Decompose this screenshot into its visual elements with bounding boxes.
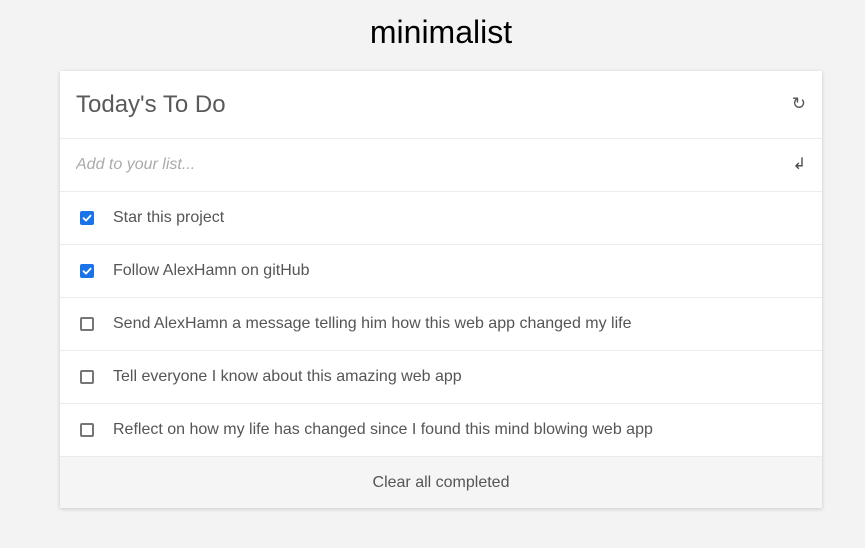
todo-checkbox[interactable] xyxy=(80,211,94,225)
todo-item: Follow AlexHamn on gitHub xyxy=(60,245,822,298)
card-footer: Clear all completed xyxy=(60,457,822,508)
todo-checkbox[interactable] xyxy=(80,264,94,278)
todo-item: Send AlexHamn a message telling him how … xyxy=(60,298,822,351)
card-header: Today's To Do ↻ xyxy=(60,71,822,139)
clear-completed-button[interactable]: Clear all completed xyxy=(373,473,510,493)
todo-checkbox[interactable] xyxy=(80,370,94,384)
add-item-input[interactable] xyxy=(76,153,766,177)
todo-item: Tell everyone I know about this amazing … xyxy=(60,351,822,404)
add-item-row: ↲ xyxy=(60,139,822,192)
todo-checkbox[interactable] xyxy=(80,317,94,331)
todo-text: Send AlexHamn a message telling him how … xyxy=(113,315,632,332)
todo-text: Star this project xyxy=(113,209,225,226)
todo-text: Follow AlexHamn on gitHub xyxy=(113,262,310,279)
todo-item: Reflect on how my life has changed since… xyxy=(60,404,822,457)
todo-text: Reflect on how my life has changed since… xyxy=(113,421,653,438)
refresh-icon[interactable]: ↻ xyxy=(792,93,806,115)
list-title: Today's To Do xyxy=(76,91,226,118)
todo-checkbox[interactable] xyxy=(80,423,94,437)
todo-list: Star this project Follow AlexHamn on git… xyxy=(60,192,822,457)
todo-card: Today's To Do ↻ ↲ Star this project Foll… xyxy=(60,71,822,508)
enter-return-icon[interactable]: ↲ xyxy=(793,154,806,176)
app-title: minimalist xyxy=(369,14,513,50)
todo-text: Tell everyone I know about this amazing … xyxy=(113,368,462,385)
todo-item: Star this project xyxy=(60,192,822,245)
